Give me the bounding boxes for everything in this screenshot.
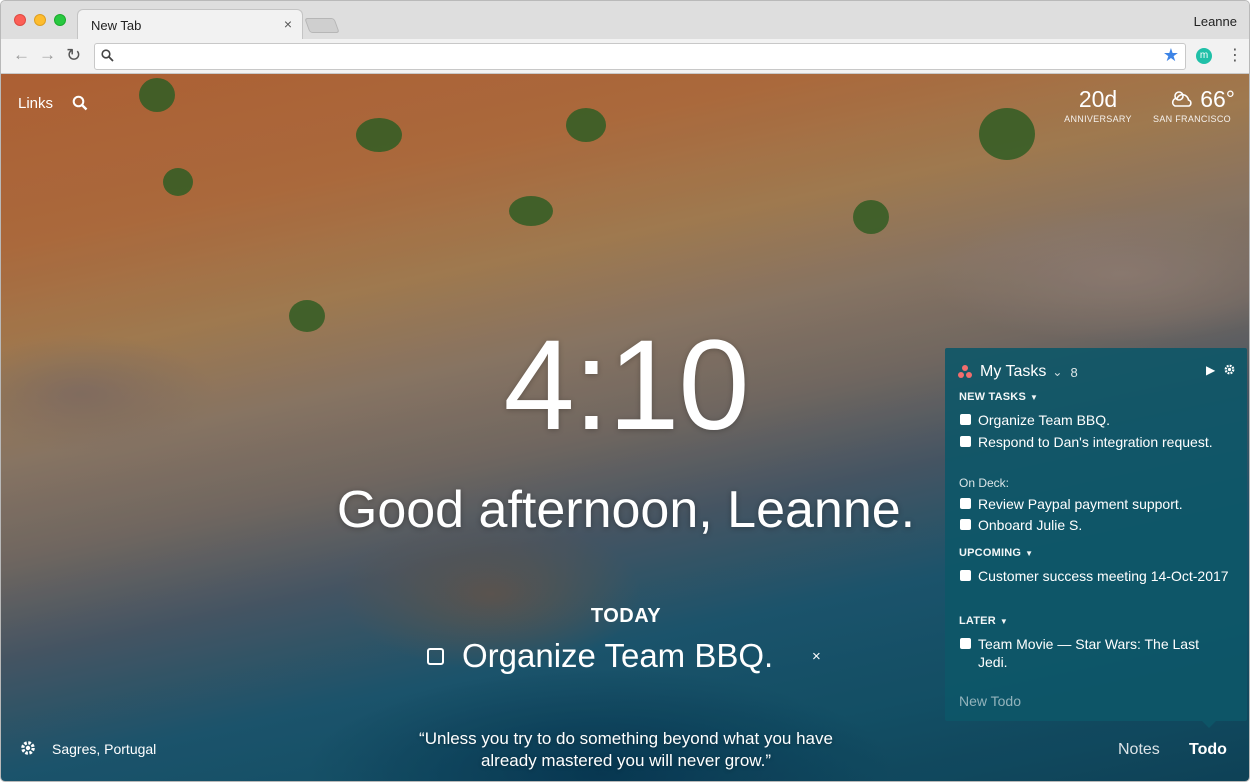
browser-toolbar: ← → ↻ ★ m ⋮ xyxy=(1,39,1249,74)
todo-panel-pointer xyxy=(1202,721,1216,728)
task-text: Team Movie — Star Wars: The Last Jedi. xyxy=(978,636,1199,670)
background-location[interactable]: Sagres, Portugal xyxy=(52,741,156,757)
play-icon[interactable]: ▶ xyxy=(1206,363,1215,377)
task-checkbox[interactable] xyxy=(960,414,971,425)
task-item[interactable]: Review Paypal payment support. xyxy=(960,495,1230,513)
search-icon[interactable] xyxy=(72,95,88,111)
task-text: Organize Team BBQ. xyxy=(978,412,1111,428)
close-window-button[interactable] xyxy=(14,14,26,26)
task-item[interactable]: Organize Team BBQ. xyxy=(960,411,1230,429)
todo-count: 8 xyxy=(1070,364,1078,380)
reload-icon[interactable]: ↻ xyxy=(66,45,81,65)
daily-quote: “Unless you try to do something beyond w… xyxy=(419,729,833,770)
anniversary-label: ANNIVERSARY xyxy=(1064,114,1132,124)
task-item[interactable]: Respond to Dan's integration request. xyxy=(960,433,1230,451)
extension-icon[interactable]: m xyxy=(1196,48,1212,64)
todo-list-title: My Tasks xyxy=(980,363,1047,380)
caret-down-icon: ▼ xyxy=(1025,549,1034,558)
browser-tab[interactable]: New Tab × xyxy=(77,9,303,40)
new-tab-button[interactable] xyxy=(304,18,340,33)
section-new-tasks[interactable]: NEW TASKS ▼ xyxy=(959,391,1038,403)
task-item[interactable]: Onboard Julie S. xyxy=(960,516,1230,534)
anniversary-value: 20d xyxy=(1078,86,1118,112)
chevron-down-icon: ⌄ xyxy=(1052,365,1063,379)
todo-list-selector[interactable]: My Tasks ⌄ 8 xyxy=(958,362,1078,382)
tab-title: New Tab xyxy=(91,18,142,33)
profile-name[interactable]: Leanne xyxy=(1194,14,1237,29)
section-upcoming[interactable]: UPCOMING ▼ xyxy=(959,547,1033,559)
todo-button[interactable]: Todo xyxy=(1189,741,1227,759)
section-on-deck: On Deck: xyxy=(959,476,1010,490)
forward-arrow-icon[interactable]: → xyxy=(39,45,56,65)
caret-down-icon: ▼ xyxy=(1029,393,1039,402)
task-item[interactable]: Customer success meeting 14-Oct-2017 xyxy=(960,567,1230,585)
new-tab-page: Links 20d ANNIVERSARY 66° SAN FRANCISCO … xyxy=(1,74,1249,781)
minimize-window-button[interactable] xyxy=(34,14,46,26)
task-checkbox[interactable] xyxy=(960,638,971,649)
task-item[interactable]: Team Movie — Star Wars: The Last Jedi. xyxy=(960,635,1230,671)
task-text: Customer success meeting 14-Oct-2017 xyxy=(978,568,1229,584)
gear-icon[interactable] xyxy=(1223,363,1236,376)
task-text: Respond to Dan's integration request. xyxy=(978,434,1213,450)
maximize-window-button[interactable] xyxy=(54,14,66,26)
notes-button[interactable]: Notes xyxy=(1118,741,1160,759)
focus-checkbox[interactable] xyxy=(427,647,444,665)
search-icon xyxy=(101,49,114,62)
weather-location: SAN FRANCISCO xyxy=(1153,114,1231,124)
focus-close-icon[interactable]: × xyxy=(812,648,821,665)
bookmark-star-icon[interactable]: ★ xyxy=(1163,45,1179,66)
address-bar[interactable]: ★ xyxy=(94,43,1186,70)
weather-temperature: 66° xyxy=(1200,86,1235,112)
weather-widget[interactable]: 66° SAN FRANCISCO xyxy=(1149,86,1235,124)
task-checkbox[interactable] xyxy=(960,519,971,530)
todo-panel: My Tasks ⌄ 8 ▶ NEW TASKS ▼ Organize Team … xyxy=(945,348,1247,721)
browser-window: New Tab × Leanne ← → ↻ ★ m ⋮ Links 20d A… xyxy=(0,0,1250,782)
task-text: Onboard Julie S. xyxy=(978,517,1083,533)
task-checkbox[interactable] xyxy=(960,498,971,509)
focus-text: Organize Team BBQ. xyxy=(462,637,774,674)
links-button[interactable]: Links xyxy=(18,95,53,112)
caret-down-icon: ▼ xyxy=(999,617,1008,626)
menu-kebab-icon[interactable]: ⋮ xyxy=(1227,46,1243,66)
section-later[interactable]: LATER ▼ xyxy=(959,615,1008,627)
address-input[interactable] xyxy=(121,47,1151,66)
back-arrow-icon[interactable]: ← xyxy=(13,45,30,65)
section-label: NEW TASKS xyxy=(959,391,1026,403)
settings-gear-icon[interactable] xyxy=(19,739,37,757)
section-label: LATER xyxy=(959,615,996,627)
focus-item: Organize Team BBQ. × xyxy=(427,637,821,675)
anniversary-countdown[interactable]: 20d ANNIVERSARY xyxy=(1061,86,1135,124)
section-label: UPCOMING xyxy=(959,547,1022,559)
task-checkbox[interactable] xyxy=(960,570,971,581)
asana-logo-icon xyxy=(958,365,973,379)
new-todo-input[interactable] xyxy=(959,693,1229,709)
tab-strip: New Tab × Leanne xyxy=(1,1,1249,40)
task-checkbox[interactable] xyxy=(960,436,971,447)
tab-close-icon[interactable]: × xyxy=(284,16,292,32)
partly-cloudy-icon xyxy=(1172,91,1192,107)
task-text: Review Paypal payment support. xyxy=(978,496,1183,512)
